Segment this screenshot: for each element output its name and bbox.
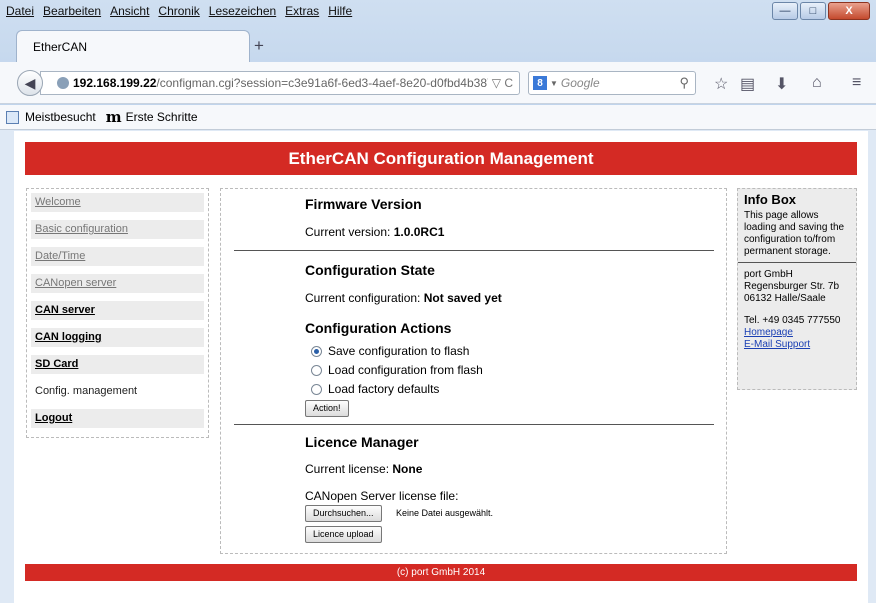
download-icon[interactable]: ⬇ bbox=[775, 74, 788, 94]
license-file-label: CANopen Server license file: bbox=[305, 489, 459, 503]
info-text-line: This page allows bbox=[744, 210, 819, 221]
browser-chrome: Datei Bearbeiten Ansicht Chronik Lesezei… bbox=[0, 0, 876, 130]
firmware-version: Current version: 1.0.0RC1 bbox=[305, 225, 444, 239]
nav-sd-card[interactable]: SD Card bbox=[31, 355, 204, 374]
nav-basic-configuration[interactable]: Basic configuration bbox=[31, 220, 204, 239]
config-state-label: Current configuration: bbox=[305, 291, 421, 305]
radio-label: Load configuration from flash bbox=[328, 363, 483, 377]
firmware-heading: Firmware Version bbox=[305, 196, 422, 212]
maximize-button[interactable]: □ bbox=[800, 2, 826, 20]
globe-icon bbox=[57, 77, 69, 89]
nav-can-logging[interactable]: CAN logging bbox=[31, 328, 204, 347]
bookmark-label: Erste Schritte bbox=[125, 110, 198, 124]
nav-can-server[interactable]: CAN server bbox=[31, 301, 204, 320]
menu-lesezeichen[interactable]: Lesezeichen bbox=[209, 4, 276, 18]
info-box-title: Info Box bbox=[744, 192, 796, 207]
firmware-label: Current version: bbox=[305, 225, 391, 239]
new-tab-button[interactable]: + bbox=[254, 36, 264, 56]
radio-button[interactable] bbox=[311, 364, 322, 376]
menu-extras[interactable]: Extras bbox=[285, 4, 319, 18]
radio-label: Save configuration to flash bbox=[328, 344, 470, 358]
hamburger-menu-icon[interactable]: ≡ bbox=[852, 74, 861, 92]
licence-upload-button[interactable]: Licence upload bbox=[305, 526, 382, 543]
company-name: port GmbH bbox=[744, 269, 793, 280]
side-navigation: Welcome Basic configuration Date/Time CA… bbox=[26, 188, 209, 438]
mozilla-m-icon: m bbox=[105, 108, 122, 126]
menu-hilfe[interactable]: Hilfe bbox=[328, 4, 352, 18]
radio-button-checked[interactable] bbox=[311, 345, 322, 357]
company-street: Regensburger Str. 7b bbox=[744, 281, 840, 292]
nav-welcome[interactable]: Welcome bbox=[31, 193, 204, 212]
main-content: Firmware Version Current version: 1.0.0R… bbox=[220, 188, 727, 554]
bookmarks-toolbar: Meistbesucht m Erste Schritte bbox=[0, 105, 876, 130]
address-bar[interactable]: 192.168.199.22/configman.cgi?session=c3e… bbox=[40, 71, 520, 95]
url-host: 192.168.199.22 bbox=[73, 76, 157, 90]
nav-config-management: Config. management bbox=[35, 385, 138, 397]
info-divider bbox=[738, 262, 856, 263]
page-viewport: EtherCAN Configuration Management Welcom… bbox=[14, 131, 868, 603]
firmware-value: 1.0.0RC1 bbox=[393, 225, 445, 239]
config-state: Current configuration: Not saved yet bbox=[305, 291, 502, 305]
menu-ansicht[interactable]: Ansicht bbox=[110, 4, 149, 18]
back-button[interactable]: ◀ bbox=[17, 70, 43, 96]
radio-label: Load factory defaults bbox=[328, 382, 440, 396]
radio-factory-defaults[interactable]: Load factory defaults bbox=[311, 382, 439, 396]
nav-canopen-server[interactable]: CANopen server bbox=[31, 274, 204, 293]
search-placeholder: Google bbox=[560, 76, 600, 90]
action-button[interactable]: Action! bbox=[305, 400, 349, 417]
bookmark-first-steps[interactable]: m Erste Schritte bbox=[106, 108, 198, 126]
bookmarks-list-icon[interactable]: ▤ bbox=[740, 74, 755, 94]
license-label: Current license: bbox=[305, 462, 390, 476]
info-box: Info Box This page allows loading and sa… bbox=[737, 188, 857, 390]
no-file-selected: Keine Datei ausgewählt. bbox=[396, 508, 494, 518]
bookmark-folder-icon bbox=[6, 110, 19, 124]
home-icon[interactable]: ⌂ bbox=[812, 74, 822, 92]
reload-icon[interactable]: ▽ C bbox=[487, 76, 513, 90]
search-engine-icon[interactable]: 8 bbox=[533, 76, 547, 90]
current-license: Current license: None bbox=[305, 462, 422, 476]
radio-save-to-flash[interactable]: Save configuration to flash bbox=[311, 344, 469, 358]
homepage-link[interactable]: Homepage bbox=[744, 327, 850, 339]
search-box[interactable]: 8 ▼ Google ⚲ bbox=[528, 71, 696, 95]
config-actions-heading: Configuration Actions bbox=[305, 320, 452, 336]
menu-bearbeiten[interactable]: Bearbeiten bbox=[43, 4, 101, 18]
nav-date-time[interactable]: Date/Time bbox=[31, 247, 204, 266]
browse-file-button[interactable]: Durchsuchen... bbox=[305, 505, 382, 522]
back-arrow-icon: ◀ bbox=[24, 74, 36, 91]
tab-strip: EtherCAN + bbox=[0, 30, 876, 62]
chevron-down-icon[interactable]: ▼ bbox=[550, 79, 558, 88]
menu-bar: Datei Bearbeiten Ansicht Chronik Lesezei… bbox=[0, 0, 876, 22]
license-value: None bbox=[392, 462, 423, 476]
bookmark-most-visited[interactable]: Meistbesucht bbox=[6, 110, 96, 124]
close-window-button[interactable]: X bbox=[828, 2, 870, 20]
radio-load-from-flash[interactable]: Load configuration from flash bbox=[311, 363, 483, 377]
tab-ethercan[interactable]: EtherCAN bbox=[16, 30, 250, 62]
company-city: 06132 Halle/Saale bbox=[744, 293, 826, 304]
minimize-button[interactable]: — bbox=[772, 2, 798, 20]
navigation-toolbar: 192.168.199.22/configman.cgi?session=c3e… bbox=[0, 62, 876, 104]
url-path: /configman.cgi?session=c3e91a6f-6ed3-4ae… bbox=[156, 76, 494, 90]
info-text-line: loading and saving the bbox=[744, 222, 845, 233]
licence-heading: Licence Manager bbox=[305, 434, 419, 450]
menu-chronik[interactable]: Chronik bbox=[158, 4, 199, 18]
config-state-value: Not saved yet bbox=[423, 291, 502, 305]
page-header: EtherCAN Configuration Management bbox=[25, 142, 857, 175]
window-controls: — □ X bbox=[772, 2, 870, 20]
divider bbox=[234, 424, 714, 425]
divider bbox=[234, 250, 714, 251]
info-text-line: permanent storage. bbox=[744, 246, 831, 257]
search-icon[interactable]: ⚲ bbox=[679, 75, 689, 91]
info-text-line: configuration to/from bbox=[744, 234, 836, 245]
star-icon[interactable]: ☆ bbox=[714, 74, 728, 94]
config-state-heading: Configuration State bbox=[305, 262, 435, 278]
menu-datei[interactable]: Datei bbox=[6, 4, 34, 18]
nav-logout[interactable]: Logout bbox=[31, 409, 204, 428]
company-phone: Tel. +49 0345 777550 bbox=[744, 315, 841, 326]
radio-button[interactable] bbox=[311, 383, 322, 395]
email-support-link[interactable]: E-Mail Support bbox=[744, 339, 850, 351]
bookmark-label: Meistbesucht bbox=[25, 110, 96, 124]
page-footer: (c) port GmbH 2014 bbox=[25, 564, 857, 581]
